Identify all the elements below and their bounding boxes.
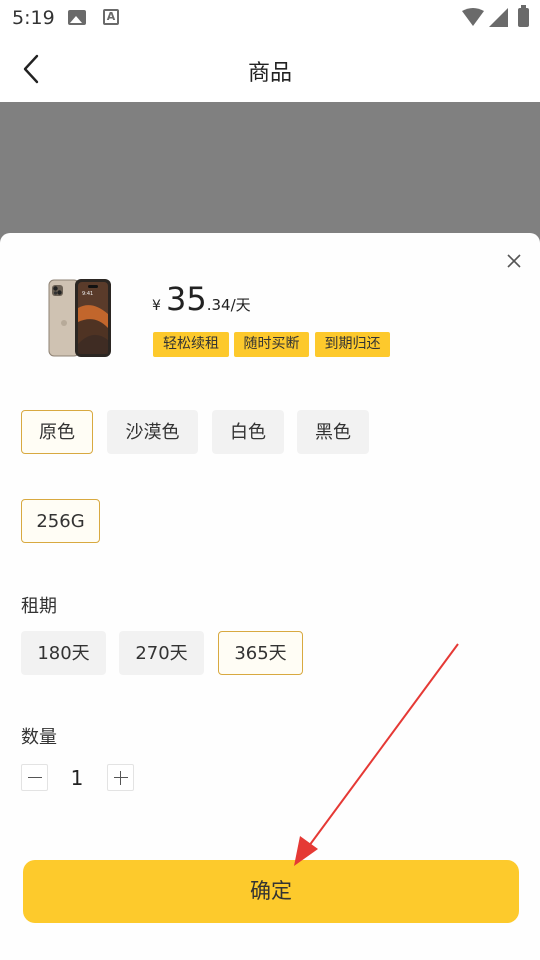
page-title: 商品	[247, 61, 292, 86]
price-integer: 35	[166, 280, 207, 318]
color-option-black[interactable]: 黑色	[297, 410, 369, 454]
tag-easy-renew: 轻松续租	[153, 332, 229, 357]
status-time: 5:19	[12, 7, 55, 29]
product-image: 9:41	[48, 279, 111, 357]
text-notification-icon: A	[103, 9, 119, 25]
quantity-value[interactable]: 1	[60, 764, 94, 792]
lease-option-365[interactable]: 365天	[218, 631, 303, 675]
quantity-label: 数量	[21, 727, 57, 748]
tag-return: 到期归还	[315, 332, 390, 357]
gallery-notification-icon	[68, 10, 86, 25]
tag-buyout: 随时买断	[234, 332, 309, 357]
price-currency: ¥	[152, 298, 161, 314]
status-bar: 5:19 A	[0, 0, 540, 36]
price-unit: /天	[230, 296, 251, 314]
signal-icon	[489, 8, 508, 27]
color-option-original[interactable]: 原色	[21, 410, 93, 454]
color-option-desert[interactable]: 沙漠色	[107, 410, 198, 454]
lease-option-270[interactable]: 270天	[119, 631, 204, 675]
color-option-white[interactable]: 白色	[212, 410, 284, 454]
battery-icon	[518, 5, 529, 27]
confirm-button[interactable]: 确定	[23, 860, 519, 923]
price: ¥ 35.34/天	[152, 280, 251, 318]
app-header: 商品	[0, 36, 540, 102]
storage-option-256g[interactable]: 256G	[21, 499, 100, 543]
price-decimal: .34	[206, 296, 231, 314]
lease-option-180[interactable]: 180天	[21, 631, 106, 675]
quantity-decrease-button[interactable]	[21, 764, 48, 791]
lease-term-label: 租期	[21, 596, 57, 617]
wifi-icon	[462, 8, 484, 26]
svg-text:9:41: 9:41	[82, 291, 93, 297]
quantity-increase-button[interactable]	[107, 764, 134, 791]
close-icon[interactable]	[504, 251, 524, 271]
